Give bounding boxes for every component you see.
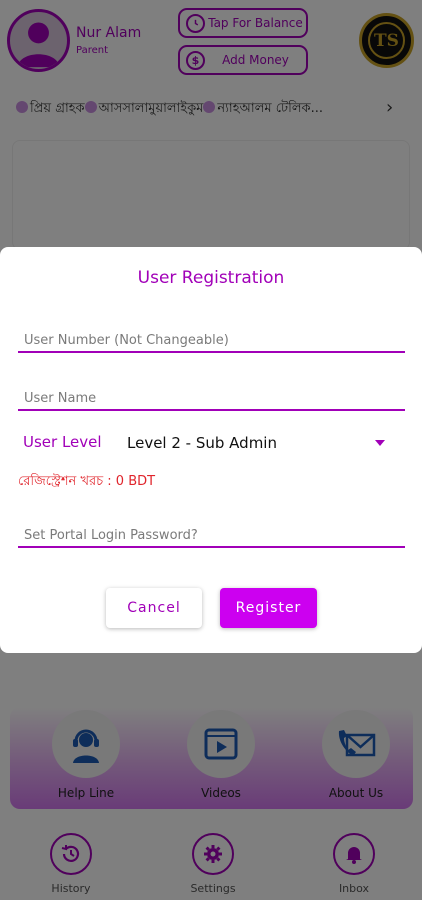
register-button[interactable]: Register [220,588,317,628]
password-field-wrap [18,518,405,548]
dropdown-caret-icon [375,440,385,446]
user-registration-dialog: User Registration User Level Level 2 - S… [0,247,422,653]
user-number-field-wrap [18,323,405,353]
user-name-input[interactable] [18,381,405,409]
cancel-button[interactable]: Cancel [106,588,202,628]
user-level-label: User Level [23,433,102,451]
user-name-field-wrap [18,381,405,411]
dialog-title: User Registration [137,268,285,288]
portal-password-input[interactable] [18,518,405,546]
registration-cost-text: রেজিস্ট্রেশন খরচ : 0 BDT [18,474,156,489]
user-level-value: Level 2 - Sub Admin [127,434,277,452]
user-level-select[interactable]: Level 2 - Sub Admin [120,429,392,457]
user-number-input[interactable] [18,323,405,351]
